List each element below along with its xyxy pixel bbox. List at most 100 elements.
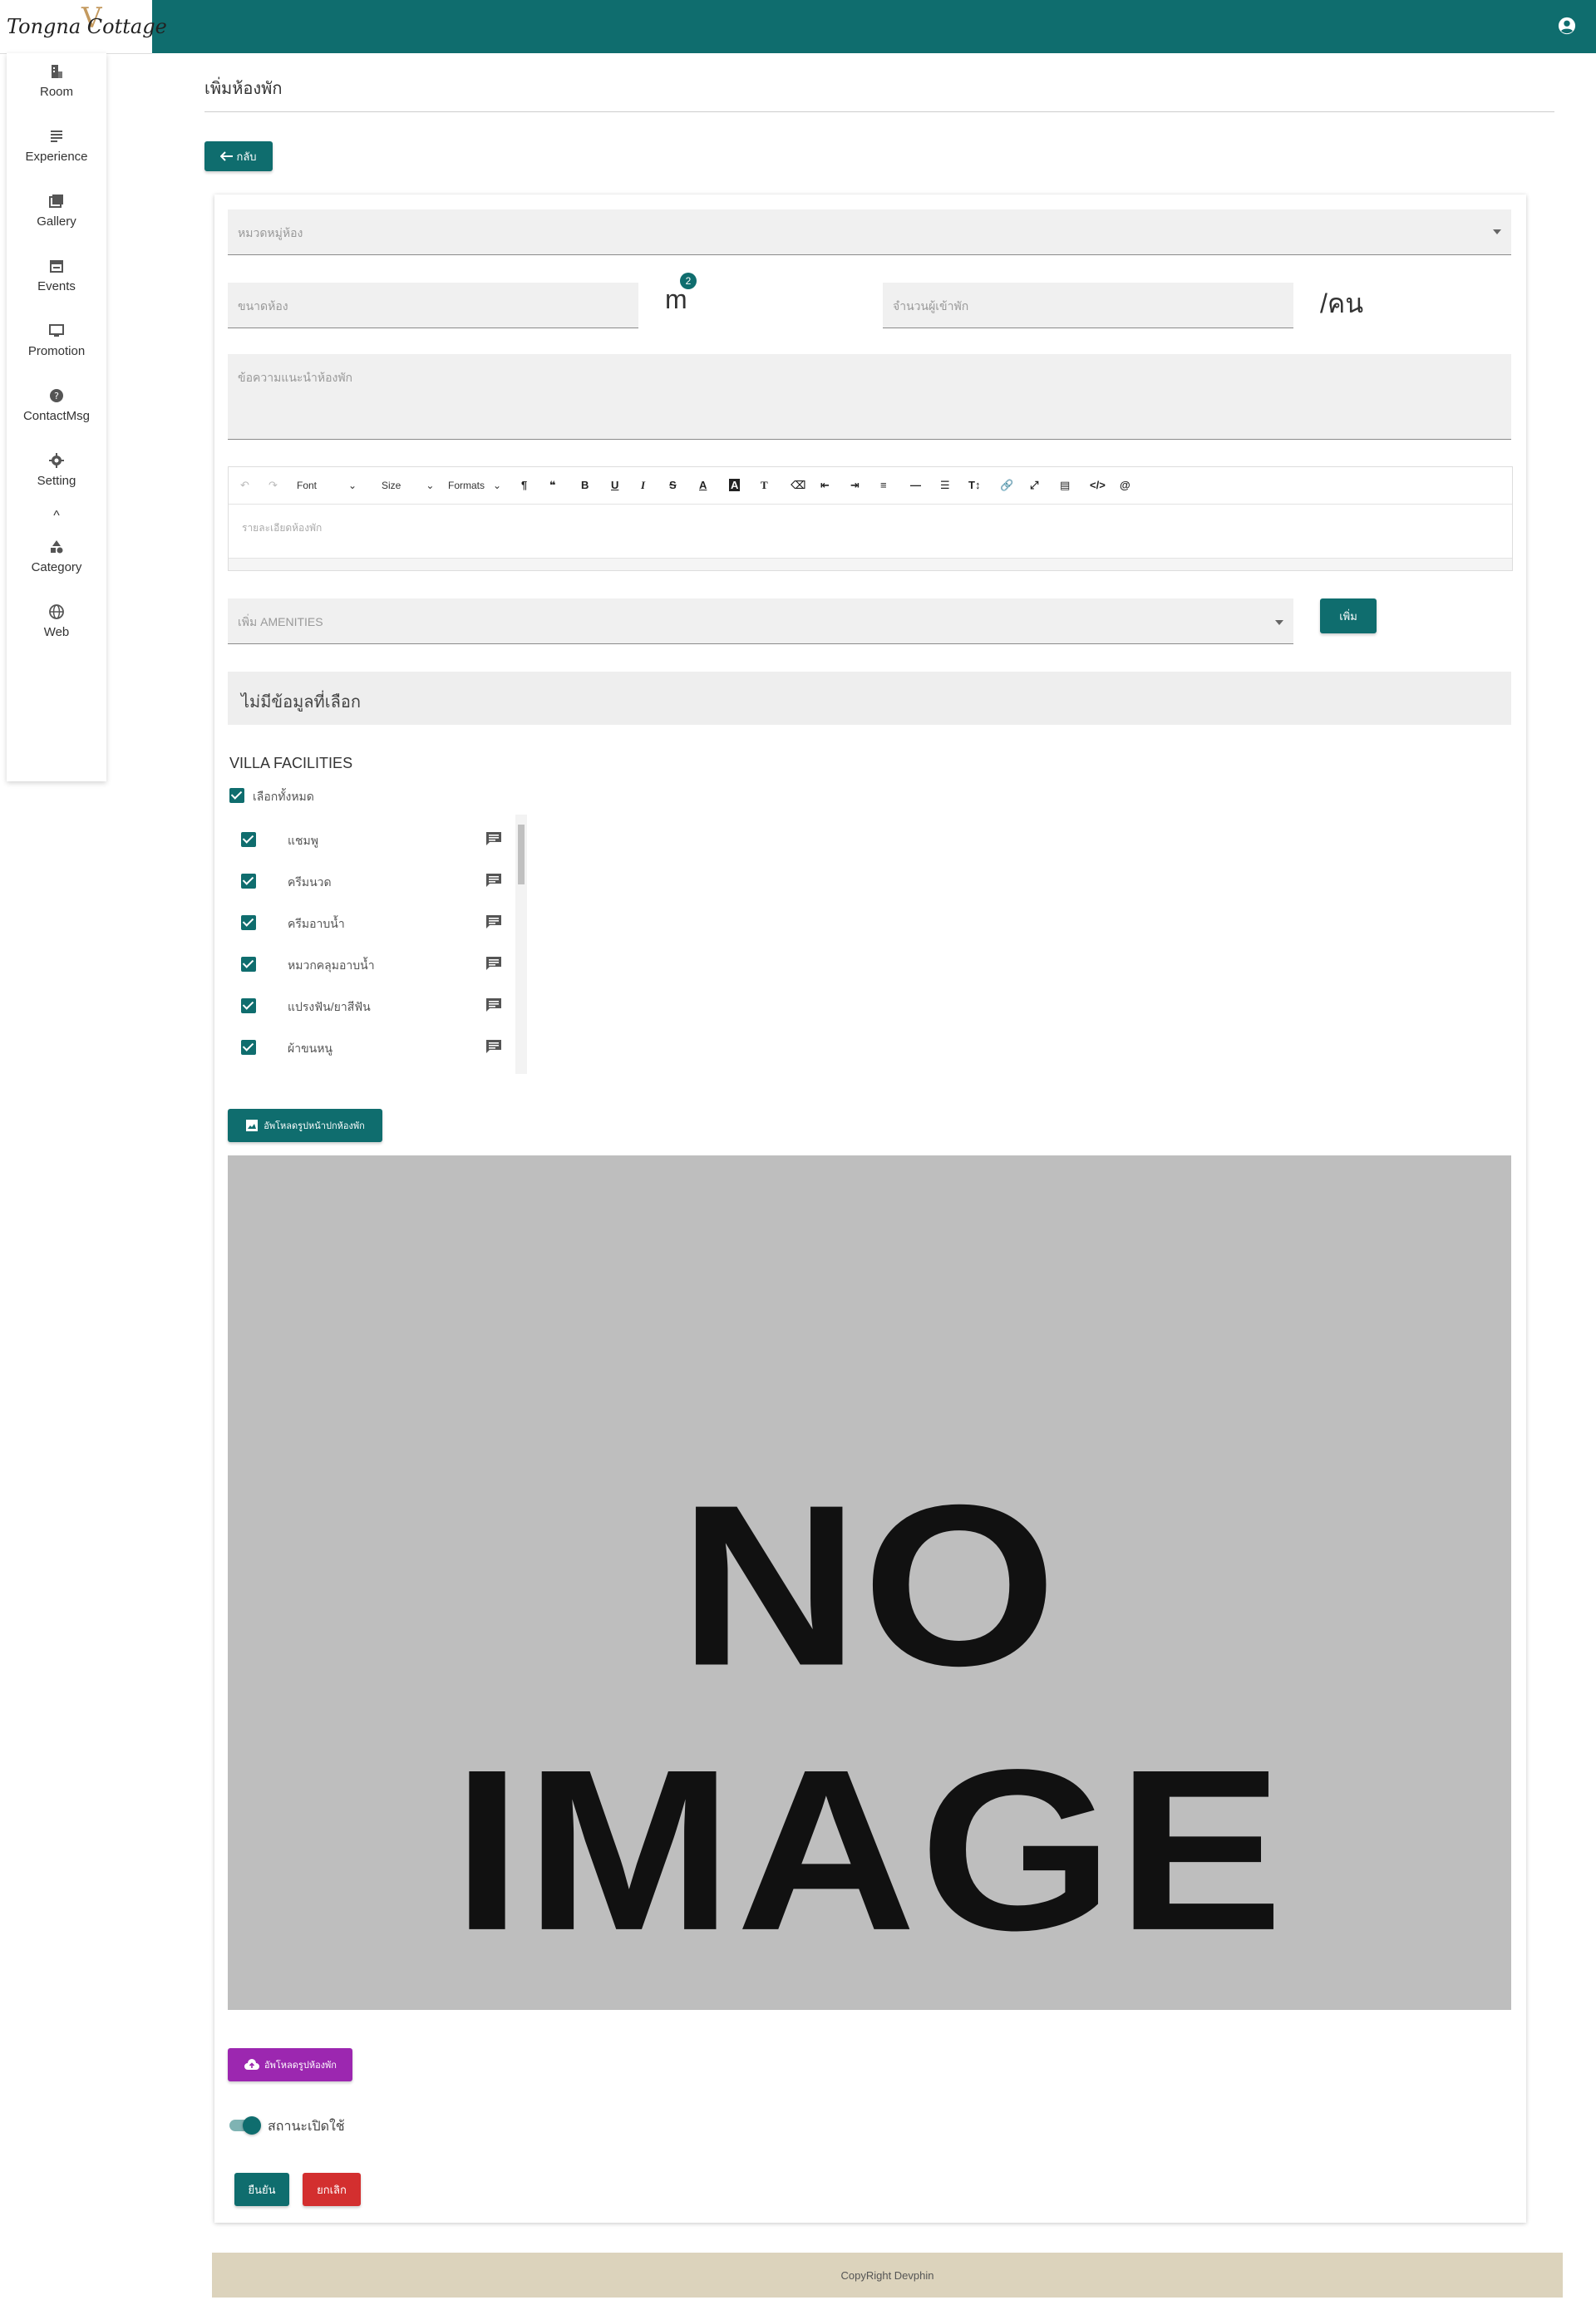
font-color-icon[interactable]: A (699, 479, 707, 491)
comment-icon[interactable] (485, 873, 502, 888)
facility-label: ครีมอาบน้ำ (288, 917, 345, 930)
editor-resize-bar[interactable] (229, 558, 1512, 570)
show-blocks-icon[interactable]: ▤ (1060, 479, 1070, 492)
sidebar-item-experience[interactable]: Experience (7, 128, 106, 164)
facility-label: หมวกคลุมอาบน้ำ (288, 958, 375, 972)
sidebar-item-contactmsg[interactable]: ? ContactMsg (7, 387, 106, 423)
align-left-icon[interactable]: ≡ (880, 479, 887, 491)
strikethrough-icon[interactable]: S (669, 479, 677, 491)
editor-placeholder[interactable]: รายละเอียดห้องพัก (242, 520, 322, 536)
sidebar-item-promotion[interactable]: Promotion (7, 323, 106, 358)
facility-checkbox[interactable] (241, 957, 256, 972)
underline-icon[interactable]: U (611, 479, 618, 491)
horizontal-rule-icon[interactable]: — (910, 479, 921, 491)
guests-placeholder: จำนวนผู้เข้าพัก (893, 299, 969, 313)
indent-icon[interactable]: ⇥ (850, 479, 860, 492)
facility-label: แปรงฟัน/ยาสีฟัน (288, 1000, 371, 1013)
amenities-select[interactable]: เพิ่ม AMENITIES (228, 598, 1293, 644)
comment-icon[interactable] (485, 831, 502, 846)
font-dropdown[interactable]: Font ⌄ (297, 480, 357, 491)
footer: CopyRight Devphin (212, 2253, 1563, 2298)
sidebar-item-label: Category (31, 560, 82, 574)
comment-icon[interactable] (485, 956, 502, 971)
facility-checkbox[interactable] (241, 1040, 256, 1055)
sidebar-item-label: Setting (37, 474, 76, 488)
italic-icon[interactable]: I (641, 479, 645, 492)
page-title: เพิ่มห้องพัก (204, 80, 283, 98)
eraser-icon[interactable]: ⌫ (791, 479, 805, 492)
globe-icon (49, 604, 64, 619)
clear-format-icon[interactable]: T (761, 479, 768, 492)
confirm-button[interactable]: ยืนยัน (234, 2173, 289, 2206)
quote-icon[interactable]: ❝ (549, 479, 556, 492)
sidebar-item-gallery[interactable]: Gallery (7, 193, 106, 229)
select-all-label: เลือกทั้งหมด (253, 790, 314, 803)
sidebar-item-label: Events (37, 279, 76, 293)
logo-text: Tongna Cottage (7, 15, 167, 38)
back-button-label: กลับ (236, 150, 257, 163)
sidebar-item-category[interactable]: Category (7, 539, 106, 574)
back-button[interactable]: กลับ (204, 141, 273, 171)
facility-label: ผ้าขนหนู (288, 1042, 333, 1055)
chevron-down-icon: ⌄ (348, 480, 357, 491)
facility-label: แชมพู (288, 834, 318, 847)
account-circle-icon[interactable] (1558, 17, 1576, 35)
room-size-input[interactable]: ขนาดห้อง (228, 283, 638, 328)
status-toggle-knob[interactable] (243, 2116, 261, 2135)
paragraph-icon[interactable]: ¶ (521, 479, 527, 491)
outdent-icon[interactable]: ⇤ (820, 479, 830, 492)
link-icon[interactable]: 🔗 (1000, 479, 1013, 492)
description-editor: ↶ ↷ Font ⌄ Size ⌄ Formats ⌄ ¶ ❝ B U I S A A… (228, 466, 1513, 571)
cloud-upload-icon (244, 2059, 260, 2070)
fullscreen-icon[interactable]: ⤢ (1030, 479, 1038, 492)
comment-icon[interactable] (485, 1039, 502, 1054)
svg-text:?: ? (54, 391, 59, 401)
sidebar-item-setting[interactable]: Setting (7, 452, 106, 488)
facility-list-scrollbar[interactable] (515, 815, 527, 1074)
facility-checkbox[interactable] (241, 832, 256, 847)
formats-dropdown[interactable]: Formats ⌄ (448, 480, 501, 491)
guests-input[interactable]: จำนวนผู้เข้าพัก (883, 283, 1293, 328)
sidebar-item-label: Room (39, 85, 73, 99)
facility-checkbox[interactable] (241, 915, 256, 930)
caret-down-icon (1275, 620, 1283, 625)
line-height-icon[interactable]: T↕ (968, 479, 980, 491)
monitor-icon (49, 324, 64, 337)
facility-checkbox[interactable] (241, 998, 256, 1013)
upload-cover-button[interactable]: อัพโหลดรูปหน้าปกห้องพัก (228, 1109, 382, 1142)
category-placeholder: หมวดหมู่ห้อง (238, 226, 303, 239)
comment-icon[interactable] (485, 997, 502, 1012)
chevron-up-icon[interactable]: ^ (7, 509, 106, 524)
list-icon[interactable]: ☰ (940, 479, 950, 492)
intro-placeholder: ข้อความแนะนำห้องพัก (238, 371, 353, 384)
add-amenity-button[interactable]: เพิ่ม (1320, 598, 1377, 633)
code-view-icon[interactable]: </> (1090, 479, 1106, 491)
gear-icon (49, 453, 64, 468)
logo[interactable]: V Tongna Cottage (0, 0, 167, 54)
select-all-checkbox[interactable] (229, 788, 244, 803)
intro-textarea[interactable]: ข้อความแนะนำห้องพัก (228, 354, 1511, 440)
caret-down-icon (1493, 229, 1501, 234)
facility-label: ครีมนวด (288, 875, 332, 889)
undo-icon[interactable]: ↶ (240, 479, 249, 492)
category-select[interactable]: หมวดหมู่ห้อง (228, 209, 1511, 255)
bold-icon[interactable]: B (581, 479, 589, 491)
upload-room-images-button[interactable]: อัพโหลดรูปห้องพัก (228, 2048, 352, 2081)
at-icon[interactable]: @ (1120, 479, 1130, 491)
sidebar-item-label: Promotion (27, 344, 86, 358)
sidebar-item-room[interactable]: Room (7, 63, 106, 99)
highlight-color-icon[interactable]: A (729, 479, 741, 491)
sidebar-item-events[interactable]: Events (7, 258, 106, 293)
shapes-icon (51, 540, 63, 554)
cancel-button[interactable]: ยกเลิก (303, 2173, 361, 2206)
sidebar: Room Experience Gallery Events Promotion… (7, 53, 106, 781)
comment-icon[interactable] (485, 914, 502, 929)
scrollbar-thumb[interactable] (518, 825, 525, 884)
no-image-text: NO IMAGE (452, 1456, 1287, 1978)
sidebar-item-web[interactable]: Web (7, 603, 106, 639)
sidebar-item-label: Gallery (37, 214, 76, 229)
facility-checkbox[interactable] (241, 874, 256, 889)
size-dropdown[interactable]: Size ⌄ (382, 480, 434, 491)
redo-icon[interactable]: ↷ (268, 479, 278, 492)
help-icon: ? (50, 389, 63, 402)
